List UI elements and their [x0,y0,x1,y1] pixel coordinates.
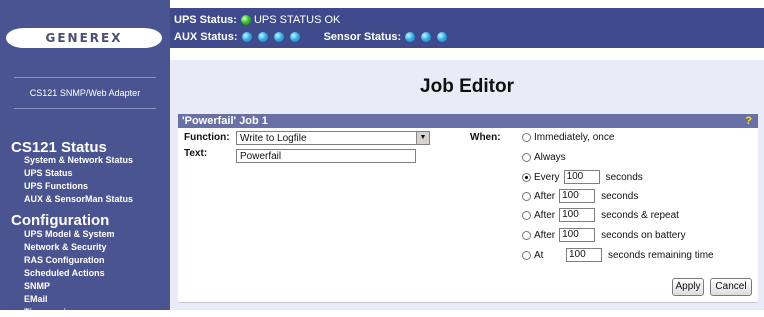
adapter-label: CS121 SNMP/Web Adapter [29,88,141,98]
divider [14,77,156,78]
after-seconds-input[interactable]: 100 [559,189,596,203]
after-repeat-seconds-input[interactable]: 100 [559,208,596,222]
sidebar-item-ups-status[interactable]: UPS Status [24,168,73,178]
radio-button[interactable] [522,133,531,142]
option-label: Always [534,152,566,163]
sidebar-item-scheduled-actions[interactable]: Scheduled Actions [24,268,105,278]
option-prefix: At [534,249,544,261]
option-suffix: seconds [605,171,643,183]
sidebar-item-ras-configuration[interactable]: RAS Configuration [24,255,105,265]
chevron-down-icon[interactable]: ▼ [416,132,429,144]
job-panel-body: Function: Write to Logfile ▼ Text: Power… [178,128,758,303]
sidebar-item-ups-functions[interactable]: UPS Functions [24,181,88,191]
text-label: Text: [184,148,208,159]
top-strip [170,0,764,8]
aux-1-indicator-icon[interactable] [241,32,252,42]
help-icon[interactable]: ? [745,115,752,127]
sidebar-item-email[interactable]: EMail [24,294,48,304]
generex-logo: GENEREX [6,28,162,48]
sidebar-item-timeservice[interactable]: Timeservice [24,307,76,317]
battery-seconds-input[interactable]: 100 [559,228,596,242]
sidebar-section-status: CS121 Status [11,139,107,156]
radio-button[interactable] [522,230,531,240]
aux-3-indicator-icon[interactable] [273,32,284,42]
text-input[interactable]: Powerfail [236,149,416,163]
ups-status-row: UPS Status: UPS STATUS OK [174,14,340,26]
option-label: Immediately, once [534,132,615,143]
sensor-status-label: Sensor Status: [323,31,402,43]
aux-status-row: AUX Status: Sensor Status: [174,31,448,43]
option-immediately-once[interactable]: Immediately, once [522,132,614,143]
option-every[interactable]: Every 100 seconds [522,170,643,184]
sensor-1-indicator-icon[interactable] [405,32,416,42]
sidebar-section-configuration: Configuration [11,212,110,229]
sidebar: GENEREX CS121 SNMP/Web Adapter CS121 Sta… [0,0,170,317]
logo-text: GENEREX [45,31,123,45]
remaining-seconds-input[interactable]: 100 [566,248,602,262]
option-prefix: After [534,229,556,241]
aux-status-label: AUX Status: [174,31,238,43]
option-prefix: After [534,190,556,202]
function-label: Function: [184,132,230,143]
page-title: Job Editor [420,76,514,97]
option-always[interactable]: Always [522,152,566,163]
every-seconds-input[interactable]: 100 [563,170,600,184]
option-prefix: After [534,209,556,221]
option-suffix: seconds & repeat [601,209,679,221]
sidebar-item-ups-model-system[interactable]: UPS Model & System [24,229,115,239]
cancel-button[interactable]: Cancel [710,278,752,296]
radio-button[interactable] [522,210,531,220]
sidebar-item-aux-sensorman-status[interactable]: AUX & SensorMan Status [24,194,133,204]
aux-4-indicator-icon[interactable] [289,32,300,42]
option-at-remaining[interactable]: At 100 seconds remaining time [522,248,714,262]
function-select[interactable]: Write to Logfile ▼ [236,131,430,145]
option-after[interactable]: After 100 seconds [522,189,638,203]
header-spacer [170,48,764,58]
radio-button-selected[interactable] [522,172,531,182]
option-after-on-battery[interactable]: After 100 seconds on battery [522,228,686,242]
option-suffix: seconds remaining time [608,249,714,261]
option-suffix: seconds [601,190,639,202]
job-panel-header: 'Powerfail' Job 1 ? [178,114,758,128]
radio-button[interactable] [522,153,531,162]
status-bar: UPS Status: UPS STATUS OK AUX Status: Se… [170,8,764,48]
function-select-value: Write to Logfile [240,133,307,144]
when-label: When: [470,132,501,143]
divider [14,108,156,109]
option-after-repeat[interactable]: After 100 seconds & repeat [522,208,679,222]
job-panel-title: 'Powerfail' Job 1 [182,115,268,127]
ups-ok-indicator-icon [240,15,251,25]
ups-status-text: UPS STATUS OK [253,14,341,26]
sidebar-item-snmp[interactable]: SNMP [24,281,50,291]
option-suffix: seconds on battery [601,229,686,241]
sensor-3-indicator-icon[interactable] [437,32,448,42]
sidebar-item-network-security[interactable]: Network & Security [24,242,107,252]
sidebar-item-system-network-status[interactable]: System & Network Status [24,155,133,165]
option-prefix: Every [534,171,560,183]
apply-button[interactable]: Apply [672,278,704,296]
radio-button[interactable] [522,250,531,260]
sensor-2-indicator-icon[interactable] [421,32,432,42]
ups-status-label: UPS Status: [174,14,237,26]
aux-2-indicator-icon[interactable] [257,32,268,42]
radio-button[interactable] [522,191,531,201]
